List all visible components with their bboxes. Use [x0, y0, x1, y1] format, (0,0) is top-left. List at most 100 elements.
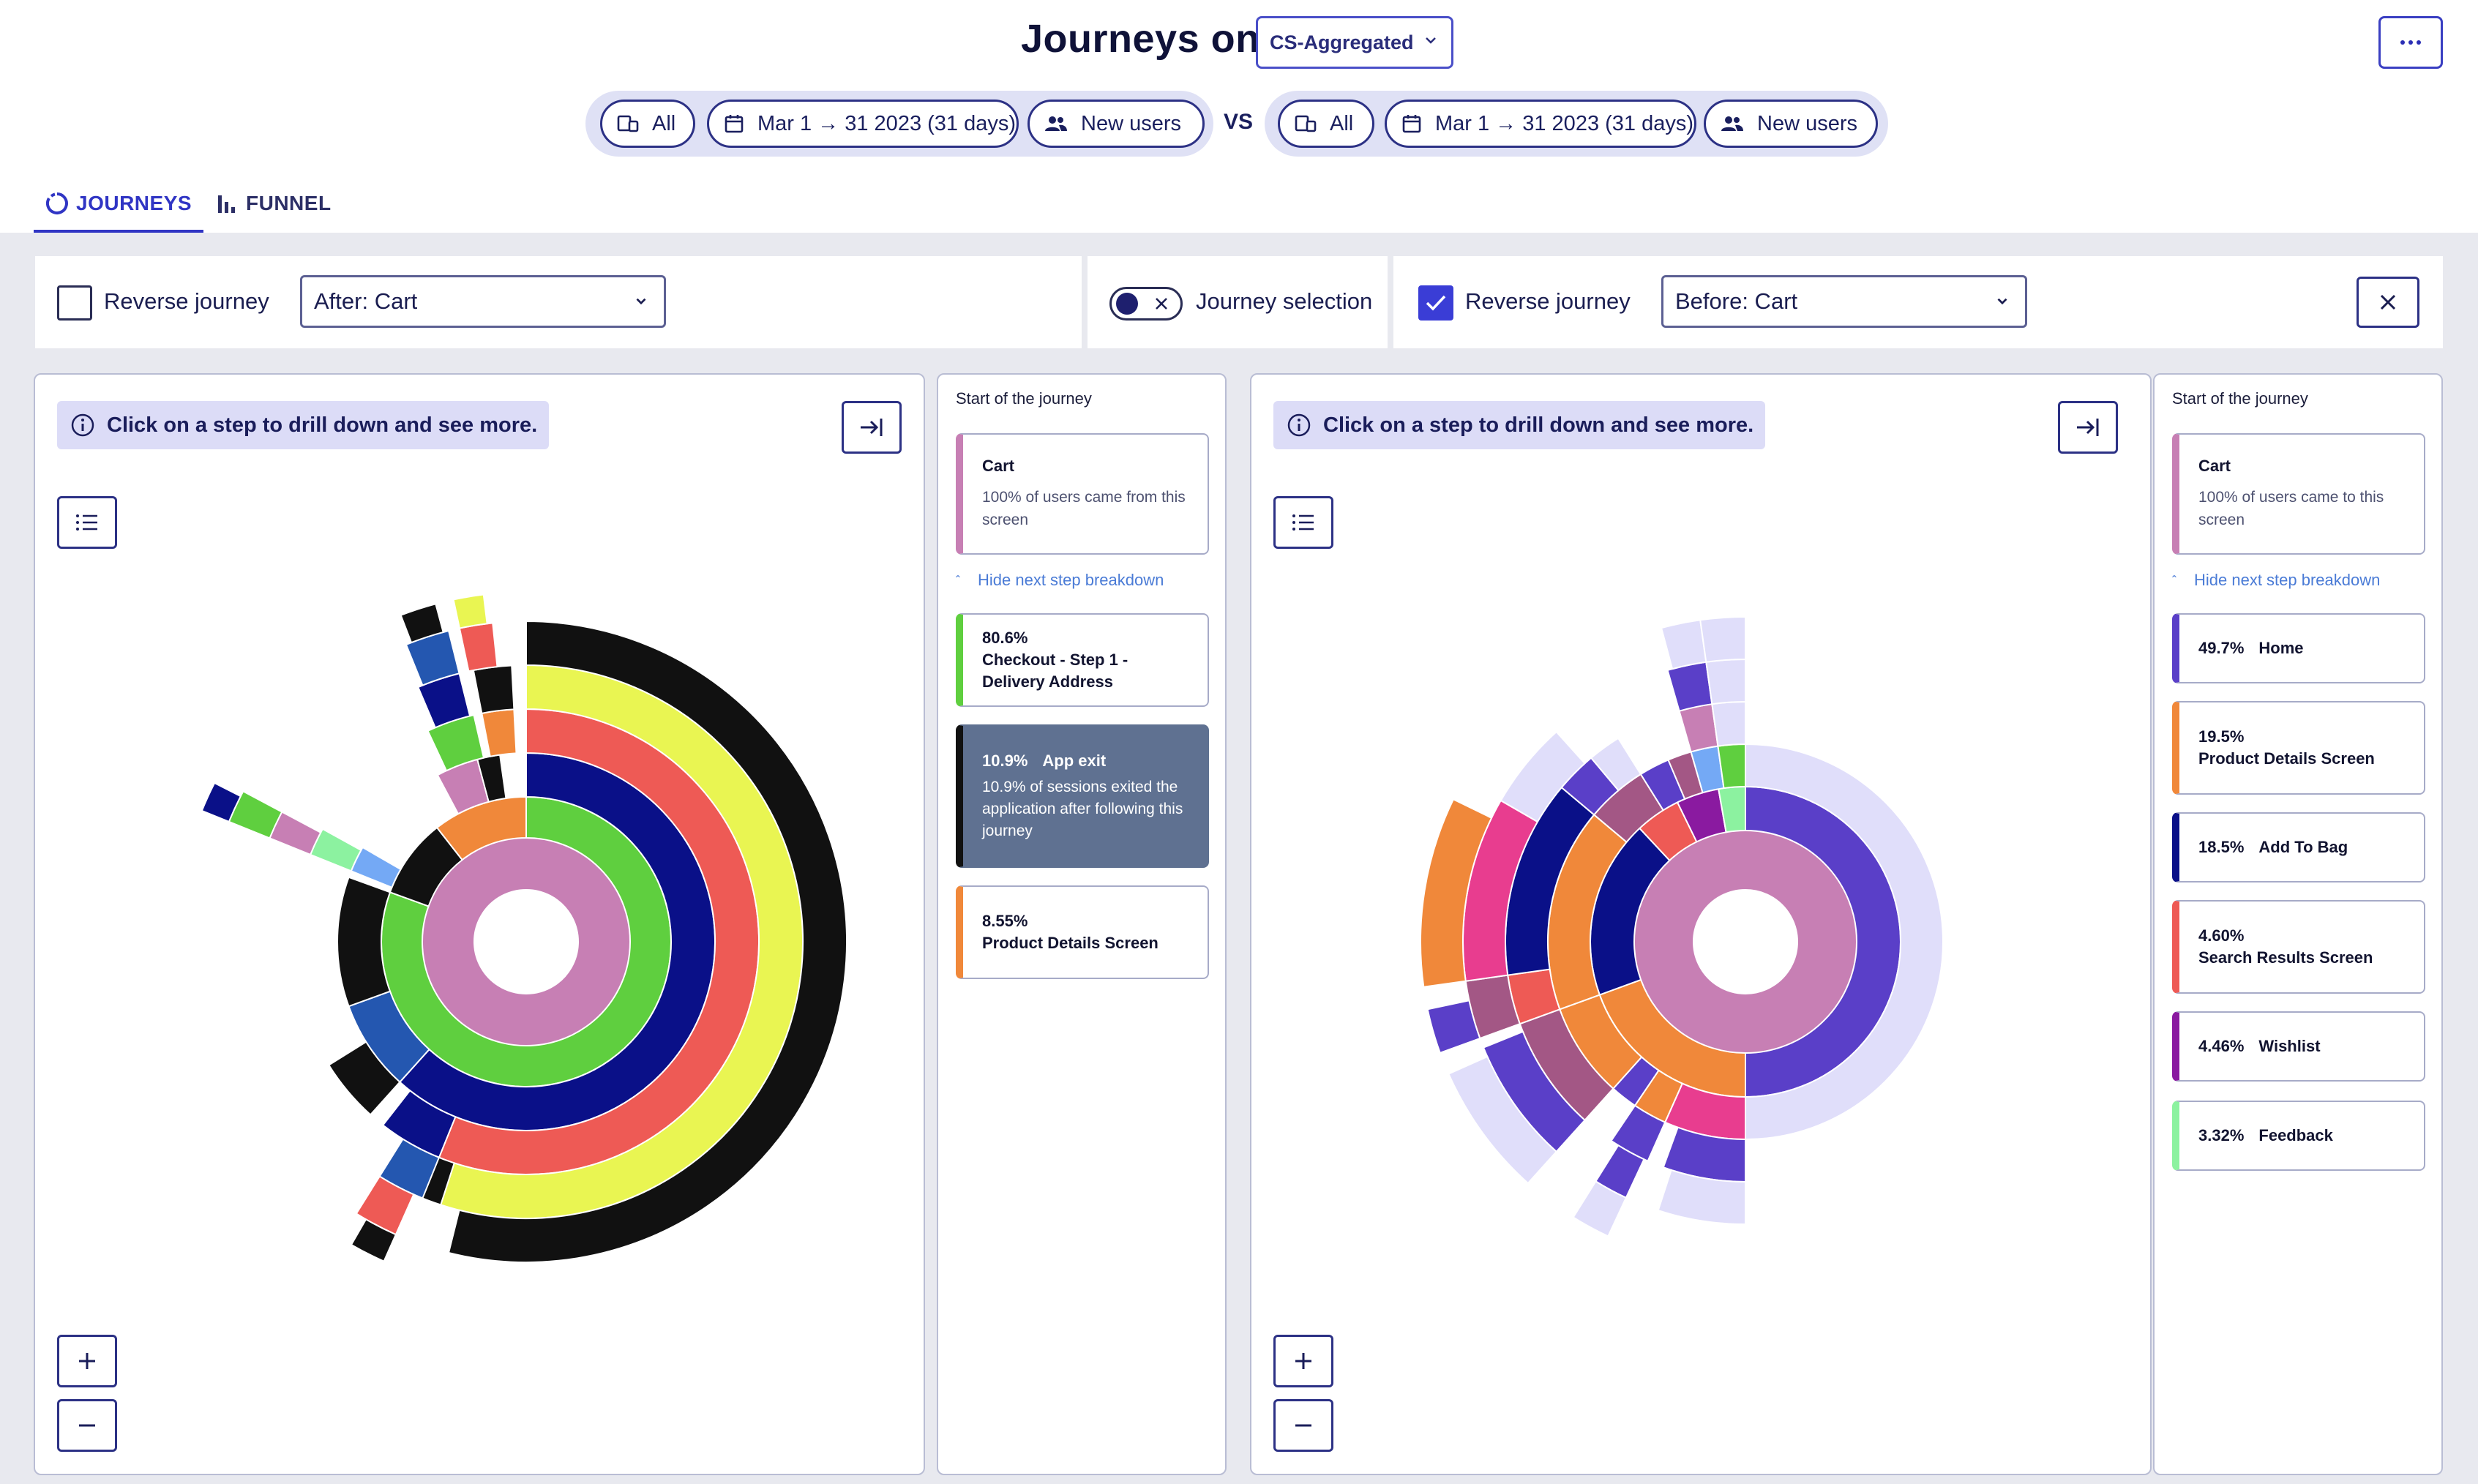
hide-breakdown-link[interactable]: ˆ Hide next step breakdown — [956, 571, 1164, 590]
sunburst-segment[interactable] — [1666, 661, 1713, 712]
segment-b: All Mar 1 → 31 2023 (31 days) New users — [1265, 91, 1888, 157]
sunburst-segment[interactable] — [1699, 615, 1746, 663]
reverse-journey-checkbox-left[interactable] — [57, 285, 92, 321]
step-description: 100% of users came from this screen — [982, 489, 1186, 528]
reverse-journey-checkbox-right[interactable] — [1418, 285, 1453, 321]
start-title: Start of the journey — [2172, 389, 2308, 408]
audience-filter-label: New users — [1081, 111, 1181, 135]
sunburst-segment[interactable] — [1660, 619, 1707, 670]
reverse-journey-label: Reverse journey — [104, 288, 269, 314]
users-icon — [1721, 116, 1743, 131]
device-filter-label: All — [1330, 111, 1354, 135]
sunburst-segment-cart[interactable] — [1634, 831, 1857, 1053]
step-name: Cart — [2198, 457, 2231, 475]
chevron-down-icon — [1997, 298, 2007, 305]
zoom-in-button[interactable] — [57, 1335, 117, 1387]
tab-funnel[interactable]: FUNNEL — [217, 176, 332, 231]
vs-label: VS — [1224, 110, 1254, 134]
dataset-select[interactable]: CS-Aggregated — [1256, 16, 1453, 69]
plus-icon — [1295, 1353, 1311, 1369]
chevron-up-icon: ˆ — [956, 574, 960, 588]
step-percent: 4.46% — [2198, 1037, 2245, 1055]
header: Journeys on CS-Aggregated — [0, 0, 2478, 80]
sunburst-segment[interactable] — [452, 593, 488, 629]
zoom-in-button[interactable] — [1273, 1335, 1333, 1387]
step-card[interactable]: 8.55% Product Details Screen — [956, 885, 1209, 979]
step-name: App exit — [1042, 752, 1107, 770]
step-name: Product Details Screen — [2198, 749, 2375, 768]
donut-icon — [46, 192, 68, 214]
step-select-left[interactable]: After: Cart — [300, 275, 666, 328]
device-filter-a[interactable]: All — [600, 100, 695, 148]
date-filter-a[interactable]: Mar 1 → 31 2023 (31 days) — [707, 100, 1019, 148]
controls-right: Reverse journey Before: Cart — [1393, 256, 2443, 348]
hide-breakdown-label: Hide next step breakdown — [978, 571, 1164, 589]
step-card[interactable]: 19.5% Product Details Screen — [2172, 701, 2425, 795]
audience-filter-a[interactable]: New users — [1027, 100, 1205, 148]
dataset-select-value: CS-Aggregated — [1270, 31, 1414, 53]
hide-breakdown-link[interactable]: ˆ Hide next step breakdown — [2172, 571, 2380, 590]
sunburst-segment-cart[interactable] — [422, 838, 630, 1046]
step-card[interactable]: 18.5% Add To Bag — [2172, 812, 2425, 882]
tab-journeys[interactable]: JOURNEYS — [45, 176, 192, 231]
controls-left: Reverse journey After: Cart — [35, 256, 1082, 348]
minus-icon — [1295, 1424, 1311, 1427]
tab-label: FUNNEL — [246, 192, 332, 214]
sunburst-segment[interactable] — [481, 708, 517, 757]
more-icon — [2400, 40, 2421, 45]
check-icon — [1426, 295, 1446, 311]
step-card[interactable]: 4.46% Wishlist — [2172, 1011, 2425, 1082]
bar-chart-icon — [218, 195, 235, 213]
sunburst-segment[interactable] — [472, 664, 515, 715]
device-filter-label: All — [652, 111, 676, 135]
more-options-button[interactable] — [2378, 16, 2443, 69]
step-percent: 49.7% — [2198, 639, 2245, 657]
sunburst-segment[interactable] — [1711, 700, 1746, 747]
date-filter-label: Mar 1 → 31 2023 (31 days) — [757, 111, 1017, 135]
sunburst-panel-right: Click on a step to drill down and see mo… — [1250, 373, 2152, 1475]
chevron-down-icon — [1426, 37, 1436, 44]
step-name: Search Results Screen — [2198, 948, 2373, 967]
sunburst-chart-left[interactable] — [35, 375, 927, 1477]
step-percent: 10.9% — [982, 752, 1028, 770]
start-step-card[interactable]: Cart 100% of users came to this screen — [2172, 433, 2425, 555]
plus-icon — [79, 1353, 95, 1369]
step-percent: 3.32% — [2198, 1126, 2245, 1144]
step-card[interactable]: 4.60% Search Results Screen — [2172, 900, 2425, 994]
step-name: Product Details Screen — [982, 934, 1158, 952]
step-percent: 8.55% — [982, 912, 1028, 930]
zoom-out-button[interactable] — [1273, 1399, 1333, 1452]
step-name: Checkout - Step 1 - Delivery Address — [982, 651, 1128, 691]
step-select-value: After: Cart — [314, 288, 418, 314]
sunburst-segment[interactable] — [458, 622, 498, 672]
audience-filter-b[interactable]: New users — [1704, 100, 1878, 148]
calendar-icon — [1402, 115, 1421, 133]
zoom-out-button[interactable] — [57, 1399, 117, 1452]
step-card[interactable]: 3.32% Feedback — [2172, 1101, 2425, 1171]
close-icon — [2380, 294, 2396, 310]
step-card-selected[interactable]: 10.9% App exit 10.9% of sessions exited t… — [956, 724, 1209, 868]
audience-filter-label: New users — [1757, 111, 1857, 135]
step-select-right[interactable]: Before: Cart — [1661, 275, 2027, 328]
start-step-card[interactable]: Cart 100% of users came from this screen — [956, 433, 1209, 555]
minus-icon — [79, 1424, 95, 1427]
device-filter-b[interactable]: All — [1278, 100, 1374, 148]
journey-breakdown-left: Start of the journey Cart 100% of users … — [937, 373, 1227, 1475]
tab-label: JOURNEYS — [76, 192, 192, 214]
step-percent: 19.5% — [2198, 727, 2245, 746]
sunburst-segment[interactable] — [1705, 658, 1746, 705]
sunburst-segment[interactable] — [1678, 703, 1719, 753]
date-filter-b[interactable]: Mar 1 → 31 2023 (31 days) — [1385, 100, 1696, 148]
sunburst-chart-right[interactable] — [1251, 375, 2153, 1477]
close-comparison-button[interactable] — [2357, 277, 2419, 328]
reverse-journey-label: Reverse journey — [1465, 288, 1631, 314]
step-name: Add To Bag — [2258, 838, 2348, 856]
step-card[interactable]: 49.7% Home — [2172, 613, 2425, 683]
devices-icon — [1295, 115, 1317, 132]
segment-a: All Mar 1 → 31 2023 (31 days) New users — [585, 91, 1213, 157]
journey-selection-toggle[interactable] — [1109, 287, 1183, 321]
calendar-icon — [725, 115, 744, 133]
chevron-down-icon — [636, 298, 646, 305]
controls-middle: Journey selection — [1088, 256, 1388, 348]
step-card[interactable]: 80.6% Checkout - Step 1 - Delivery Addres… — [956, 613, 1209, 707]
